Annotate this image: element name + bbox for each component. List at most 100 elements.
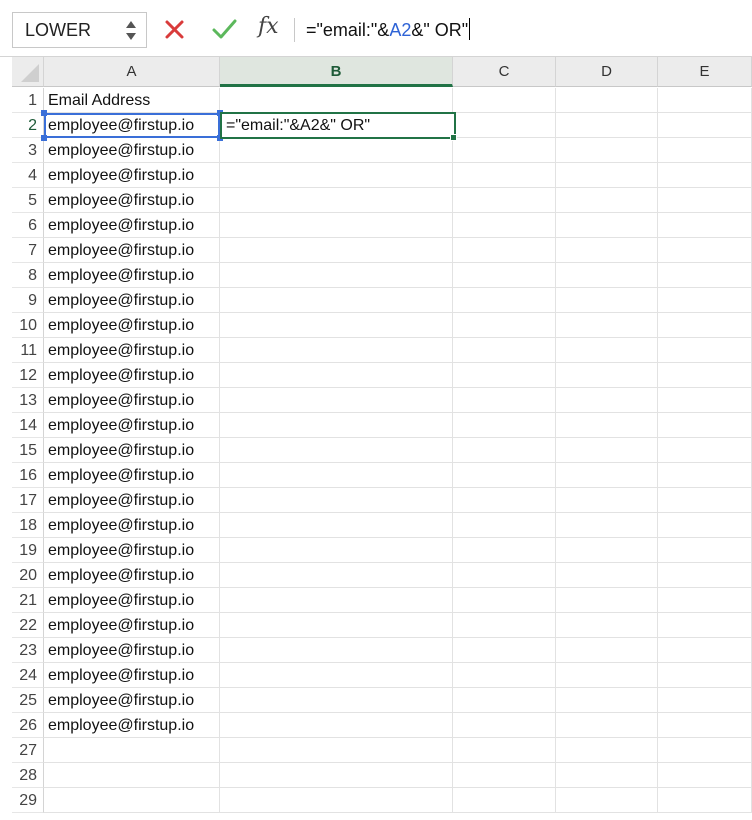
cell-d3[interactable] bbox=[556, 138, 658, 163]
row-header[interactable]: 3 bbox=[12, 138, 44, 163]
cell-a3[interactable]: employee@firstup.io bbox=[44, 138, 220, 163]
cell-e14[interactable] bbox=[658, 413, 752, 438]
cell-e3[interactable] bbox=[658, 138, 752, 163]
cell-d10[interactable] bbox=[556, 313, 658, 338]
row-header[interactable]: 18 bbox=[12, 513, 44, 538]
row-header[interactable]: 2 bbox=[12, 113, 44, 138]
cell-a7[interactable]: employee@firstup.io bbox=[44, 238, 220, 263]
cell-d19[interactable] bbox=[556, 538, 658, 563]
row-header[interactable]: 24 bbox=[12, 663, 44, 688]
reference-resize-handle[interactable] bbox=[41, 135, 47, 141]
cell-a5[interactable]: employee@firstup.io bbox=[44, 188, 220, 213]
cell-a13[interactable]: employee@firstup.io bbox=[44, 388, 220, 413]
cell-a4[interactable]: employee@firstup.io bbox=[44, 163, 220, 188]
cell-b26[interactable] bbox=[220, 713, 453, 738]
cell-e28[interactable] bbox=[658, 763, 752, 788]
cell-c6[interactable] bbox=[453, 213, 556, 238]
column-header-e[interactable]: E bbox=[658, 57, 752, 87]
cell-b12[interactable] bbox=[220, 363, 453, 388]
cell-e2[interactable] bbox=[658, 113, 752, 138]
cell-a8[interactable]: employee@firstup.io bbox=[44, 263, 220, 288]
cell-c18[interactable] bbox=[453, 513, 556, 538]
cell-a29[interactable] bbox=[44, 788, 220, 813]
cell-c16[interactable] bbox=[453, 463, 556, 488]
cell-e22[interactable] bbox=[658, 613, 752, 638]
cell-c4[interactable] bbox=[453, 163, 556, 188]
row-header[interactable]: 12 bbox=[12, 363, 44, 388]
cell-a19[interactable]: employee@firstup.io bbox=[44, 538, 220, 563]
cell-b6[interactable] bbox=[220, 213, 453, 238]
cell-e7[interactable] bbox=[658, 238, 752, 263]
cell-c20[interactable] bbox=[453, 563, 556, 588]
cell-b28[interactable] bbox=[220, 763, 453, 788]
cell-a15[interactable]: employee@firstup.io bbox=[44, 438, 220, 463]
stepper-icon[interactable] bbox=[123, 16, 139, 44]
cell-e10[interactable] bbox=[658, 313, 752, 338]
cell-a18[interactable]: employee@firstup.io bbox=[44, 513, 220, 538]
row-header[interactable]: 29 bbox=[12, 788, 44, 813]
cell-d27[interactable] bbox=[556, 738, 658, 763]
cell-a9[interactable]: employee@firstup.io bbox=[44, 288, 220, 313]
row-header[interactable]: 11 bbox=[12, 338, 44, 363]
cell-c17[interactable] bbox=[453, 488, 556, 513]
cell-a17[interactable]: employee@firstup.io bbox=[44, 488, 220, 513]
row-header[interactable]: 22 bbox=[12, 613, 44, 638]
cell-e26[interactable] bbox=[658, 713, 752, 738]
cell-d5[interactable] bbox=[556, 188, 658, 213]
cell-c1[interactable] bbox=[453, 88, 556, 113]
column-header-a[interactable]: A bbox=[44, 57, 220, 87]
cell-d20[interactable] bbox=[556, 563, 658, 588]
cell-d28[interactable] bbox=[556, 763, 658, 788]
cell-a11[interactable]: employee@firstup.io bbox=[44, 338, 220, 363]
cell-d23[interactable] bbox=[556, 638, 658, 663]
cell-c19[interactable] bbox=[453, 538, 556, 563]
row-header[interactable]: 21 bbox=[12, 588, 44, 613]
row-header[interactable]: 26 bbox=[12, 713, 44, 738]
cell-e17[interactable] bbox=[658, 488, 752, 513]
cell-c3[interactable] bbox=[453, 138, 556, 163]
fill-handle[interactable] bbox=[450, 134, 457, 141]
cell-e8[interactable] bbox=[658, 263, 752, 288]
cell-a12[interactable]: employee@firstup.io bbox=[44, 363, 220, 388]
cell-e29[interactable] bbox=[658, 788, 752, 813]
row-header[interactable]: 10 bbox=[12, 313, 44, 338]
row-header[interactable]: 6 bbox=[12, 213, 44, 238]
row-header[interactable]: 16 bbox=[12, 463, 44, 488]
cell-c10[interactable] bbox=[453, 313, 556, 338]
cell-c22[interactable] bbox=[453, 613, 556, 638]
cell-b5[interactable] bbox=[220, 188, 453, 213]
row-header[interactable]: 8 bbox=[12, 263, 44, 288]
cell-c23[interactable] bbox=[453, 638, 556, 663]
cell-e13[interactable] bbox=[658, 388, 752, 413]
row-header[interactable]: 23 bbox=[12, 638, 44, 663]
cell-e21[interactable] bbox=[658, 588, 752, 613]
row-header[interactable]: 15 bbox=[12, 438, 44, 463]
cell-d12[interactable] bbox=[556, 363, 658, 388]
row-header[interactable]: 5 bbox=[12, 188, 44, 213]
cell-d16[interactable] bbox=[556, 463, 658, 488]
cell-a10[interactable]: employee@firstup.io bbox=[44, 313, 220, 338]
cell-d22[interactable] bbox=[556, 613, 658, 638]
cell-a14[interactable]: employee@firstup.io bbox=[44, 413, 220, 438]
cell-b24[interactable] bbox=[220, 663, 453, 688]
cell-b22[interactable] bbox=[220, 613, 453, 638]
cell-e18[interactable] bbox=[658, 513, 752, 538]
cell-c27[interactable] bbox=[453, 738, 556, 763]
row-header[interactable]: 28 bbox=[12, 763, 44, 788]
formula-input[interactable]: ="email:"&A2&" OR" bbox=[306, 18, 471, 44]
row-header[interactable]: 20 bbox=[12, 563, 44, 588]
reference-resize-handle[interactable] bbox=[41, 110, 47, 116]
cell-d11[interactable] bbox=[556, 338, 658, 363]
cell-b7[interactable] bbox=[220, 238, 453, 263]
cell-d2[interactable] bbox=[556, 113, 658, 138]
cell-c28[interactable] bbox=[453, 763, 556, 788]
cell-e9[interactable] bbox=[658, 288, 752, 313]
row-header[interactable]: 19 bbox=[12, 538, 44, 563]
cell-d13[interactable] bbox=[556, 388, 658, 413]
cell-b8[interactable] bbox=[220, 263, 453, 288]
cell-c29[interactable] bbox=[453, 788, 556, 813]
row-header[interactable]: 1 bbox=[12, 88, 44, 113]
cell-e27[interactable] bbox=[658, 738, 752, 763]
cell-d18[interactable] bbox=[556, 513, 658, 538]
cell-d21[interactable] bbox=[556, 588, 658, 613]
